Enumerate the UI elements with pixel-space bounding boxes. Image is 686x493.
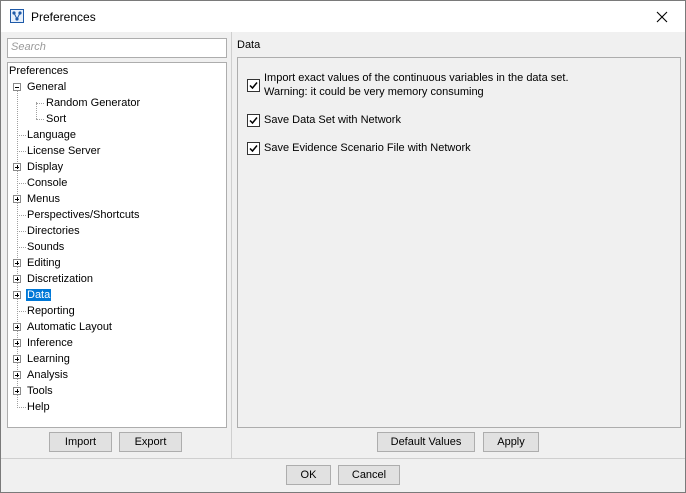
default-values-button[interactable]: Default Values [377, 432, 475, 452]
expand-icon[interactable] [13, 339, 21, 347]
expand-icon[interactable] [13, 371, 21, 379]
window-title: Preferences [31, 10, 96, 24]
save-dataset-checkbox[interactable] [247, 114, 260, 127]
app-icon [10, 9, 24, 23]
checkmark-icon [249, 82, 258, 90]
tree-item-reporting[interactable]: Reporting [26, 303, 76, 319]
save-evidence-scenario-label: Save Evidence Scenario File with Network [264, 142, 471, 154]
tree-item-help[interactable]: Help [26, 399, 51, 415]
expand-icon[interactable] [13, 387, 21, 395]
tree-root[interactable]: Preferences [8, 63, 69, 79]
preferences-tree[interactable]: Preferences General Random Generator Sor… [7, 62, 227, 428]
expand-icon[interactable] [13, 355, 21, 363]
tree-item-language[interactable]: Language [26, 127, 77, 143]
cancel-button[interactable]: Cancel [338, 465, 400, 485]
tree-item-console[interactable]: Console [26, 175, 68, 191]
tree-item-general[interactable]: General [26, 79, 67, 95]
tree-item-inference[interactable]: Inference [26, 335, 74, 351]
tree-item-discretization[interactable]: Discretization [26, 271, 94, 287]
preferences-window: Preferences Search Preferences General R… [0, 0, 686, 493]
tree-item-learning[interactable]: Learning [26, 351, 71, 367]
tree-item-menus[interactable]: Menus [26, 191, 61, 207]
tree-item-editing[interactable]: Editing [26, 255, 62, 271]
import-button[interactable]: Import [49, 432, 112, 452]
expand-icon[interactable] [13, 275, 21, 283]
search-input[interactable]: Search [7, 38, 227, 58]
expand-icon[interactable] [13, 323, 21, 331]
close-icon [656, 11, 668, 22]
close-button[interactable] [639, 1, 685, 32]
expand-icon[interactable] [13, 291, 21, 299]
checkmark-icon [249, 117, 258, 125]
save-dataset-label: Save Data Set with Network [264, 114, 401, 126]
tree-item-display[interactable]: Display [26, 159, 64, 175]
tree-item-sounds[interactable]: Sounds [26, 239, 65, 255]
footer-divider [1, 458, 685, 459]
tree-item-data[interactable]: Data [26, 287, 52, 303]
tree-item-directories[interactable]: Directories [26, 223, 81, 239]
ok-button[interactable]: OK [286, 465, 331, 485]
expand-icon[interactable] [13, 195, 21, 203]
collapse-icon[interactable] [13, 83, 21, 91]
tree-item-perspectives-shortcuts[interactable]: Perspectives/Shortcuts [26, 207, 141, 223]
apply-button[interactable]: Apply [483, 432, 539, 452]
data-options-panel: Import exact values of the continuous va… [237, 57, 681, 428]
tree-item-automatic-layout[interactable]: Automatic Layout [26, 319, 113, 335]
tree-item-tools[interactable]: Tools [26, 383, 54, 399]
expand-icon[interactable] [13, 259, 21, 267]
export-button[interactable]: Export [119, 432, 182, 452]
tree-item-license-server[interactable]: License Server [26, 143, 101, 159]
search-placeholder: Search [11, 41, 46, 53]
tree-item-random-generator[interactable]: Random Generator [45, 95, 141, 111]
tree-item-sort[interactable]: Sort [45, 111, 67, 127]
tree-item-analysis[interactable]: Analysis [26, 367, 69, 383]
expand-icon[interactable] [13, 163, 21, 171]
save-evidence-scenario-checkbox[interactable] [247, 142, 260, 155]
import-exact-values-checkbox[interactable] [247, 79, 260, 92]
panel-divider [231, 32, 232, 458]
import-exact-values-label: Import exact values of the continuous va… [264, 72, 569, 98]
section-title: Data [237, 39, 261, 51]
title-bar: Preferences [1, 1, 685, 32]
checkmark-icon [249, 145, 258, 153]
